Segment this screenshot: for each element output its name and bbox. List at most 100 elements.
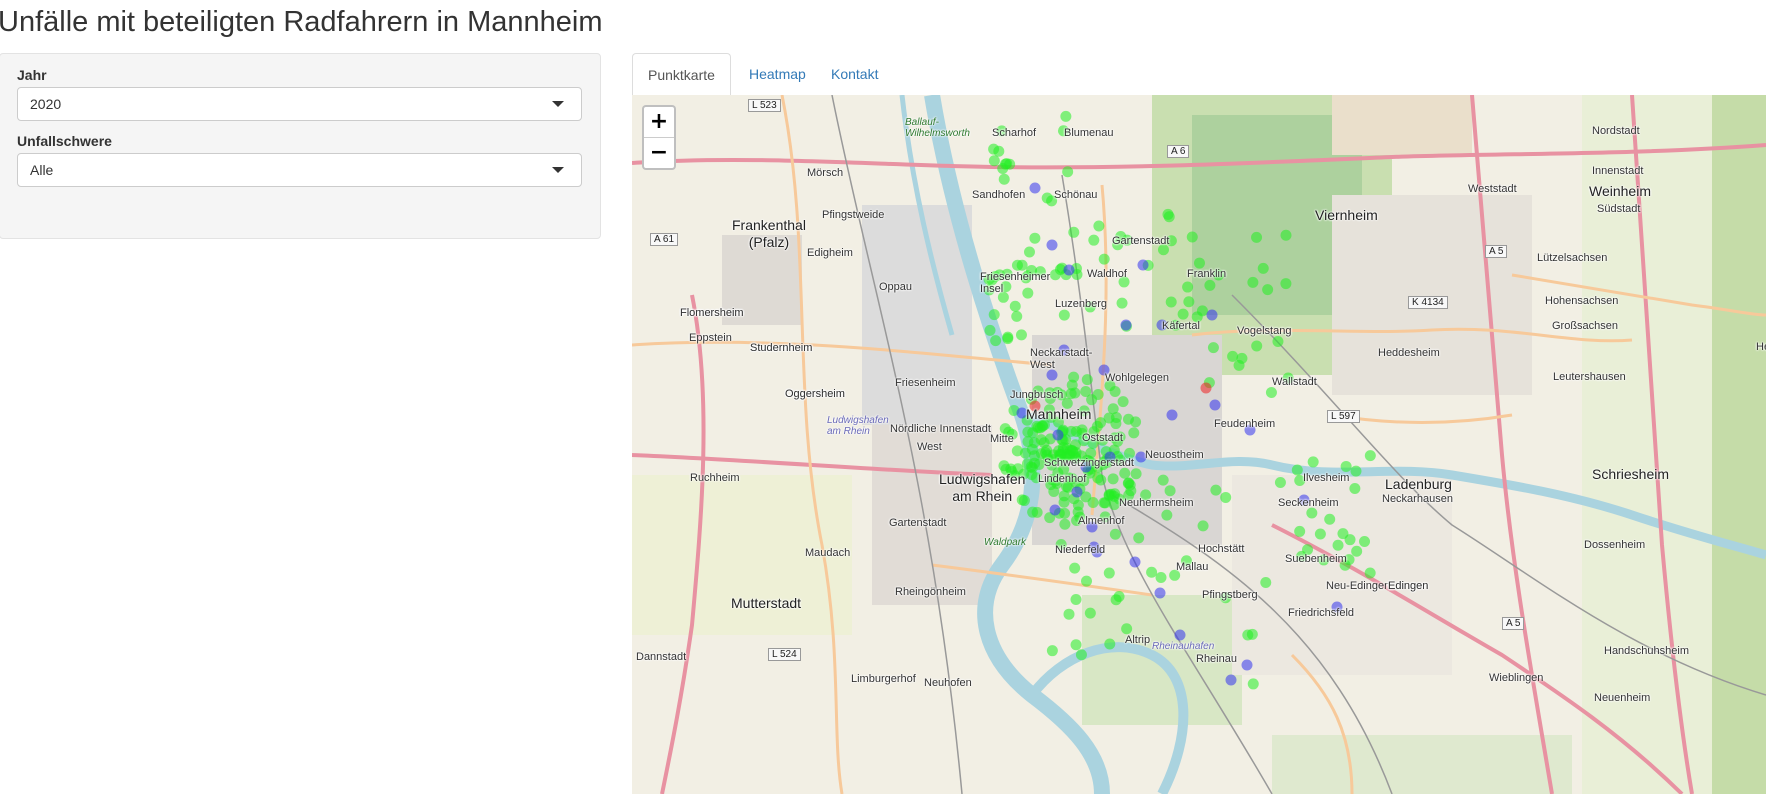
tab-heatmap[interactable]: Heatmap	[734, 53, 821, 95]
accident-marker[interactable]	[1314, 528, 1326, 540]
accident-marker[interactable]	[1247, 678, 1259, 690]
accident-marker[interactable]	[1227, 350, 1239, 362]
accident-marker[interactable]	[1041, 192, 1053, 204]
zoom-in-button[interactable]: +	[644, 107, 674, 137]
accident-marker[interactable]	[1265, 387, 1277, 399]
accident-marker[interactable]	[1340, 460, 1352, 472]
accident-marker[interactable]	[988, 155, 1000, 167]
accident-marker[interactable]	[1093, 220, 1105, 232]
accident-marker[interactable]	[1128, 427, 1140, 439]
accident-marker[interactable]	[1116, 297, 1128, 309]
accident-marker[interactable]	[1009, 300, 1021, 312]
accident-marker[interactable]	[1033, 458, 1045, 470]
accident-marker[interactable]	[1071, 486, 1083, 498]
accident-marker[interactable]	[1130, 468, 1142, 480]
accident-marker[interactable]	[1257, 262, 1269, 274]
zoom-out-button[interactable]: −	[644, 137, 674, 168]
accident-marker[interactable]	[1087, 497, 1099, 509]
accident-marker[interactable]	[1196, 305, 1208, 317]
accident-marker[interactable]	[1069, 562, 1081, 574]
accident-marker[interactable]	[1059, 507, 1071, 519]
accident-marker[interactable]	[1164, 485, 1176, 497]
accident-marker[interactable]	[993, 145, 1005, 157]
accident-marker[interactable]	[1272, 336, 1284, 348]
accident-marker[interactable]	[1060, 110, 1072, 122]
accident-marker[interactable]	[1246, 628, 1258, 640]
accident-map[interactable]: + − Scharhof Blumenau Sandhofen Schönau Mörs…	[632, 95, 1766, 794]
accident-marker[interactable]	[1133, 532, 1145, 544]
accident-marker[interactable]	[1091, 420, 1103, 432]
accident-marker[interactable]	[1046, 239, 1058, 251]
accident-marker[interactable]	[1046, 369, 1058, 381]
accident-marker[interactable]	[1225, 674, 1237, 686]
accident-marker[interactable]	[1119, 467, 1131, 479]
accident-marker[interactable]	[1174, 629, 1186, 641]
accident-marker[interactable]	[1251, 340, 1263, 352]
tab-punktkarte[interactable]: Punktkarte	[632, 53, 731, 96]
accident-marker[interactable]	[1186, 231, 1198, 243]
accident-marker[interactable]	[1291, 464, 1303, 476]
accident-marker[interactable]	[1049, 504, 1061, 516]
accident-marker[interactable]	[1011, 259, 1023, 271]
accident-marker[interactable]	[1220, 491, 1232, 503]
accident-marker[interactable]	[1182, 281, 1194, 293]
accident-marker[interactable]	[1332, 539, 1344, 551]
accident-marker[interactable]	[1280, 229, 1292, 241]
accident-marker[interactable]	[1364, 567, 1376, 579]
accident-marker[interactable]	[1110, 418, 1122, 430]
accident-marker[interactable]	[1262, 284, 1274, 296]
accident-marker[interactable]	[1068, 371, 1080, 383]
accident-marker[interactable]	[1206, 309, 1218, 321]
accident-marker[interactable]	[1200, 382, 1212, 394]
accident-marker[interactable]	[1011, 310, 1023, 322]
accident-marker[interactable]	[1204, 279, 1216, 291]
accident-marker[interactable]	[1070, 639, 1082, 651]
accident-marker[interactable]	[1098, 497, 1110, 509]
accident-marker[interactable]	[1129, 556, 1141, 568]
accident-marker[interactable]	[1104, 638, 1116, 650]
accident-marker[interactable]	[1163, 211, 1175, 223]
accident-marker[interactable]	[1324, 513, 1336, 525]
accident-marker[interactable]	[1247, 276, 1259, 288]
accident-marker[interactable]	[1110, 594, 1122, 606]
year-select[interactable]: 2020	[17, 87, 582, 121]
accident-marker[interactable]	[998, 173, 1010, 185]
accident-marker[interactable]	[1241, 659, 1253, 671]
accident-marker[interactable]	[1088, 234, 1100, 246]
accident-marker[interactable]	[1121, 623, 1133, 635]
accident-marker[interactable]	[1058, 309, 1070, 321]
accident-marker[interactable]	[1063, 608, 1075, 620]
accident-marker[interactable]	[1046, 645, 1058, 657]
accident-marker[interactable]	[1048, 486, 1060, 498]
accident-marker[interactable]	[1207, 342, 1219, 354]
accident-marker[interactable]	[1233, 359, 1245, 371]
accident-marker[interactable]	[1081, 374, 1093, 386]
accident-marker[interactable]	[1146, 566, 1158, 578]
accident-marker[interactable]	[1070, 593, 1082, 605]
accident-marker[interactable]	[984, 324, 996, 336]
accident-marker[interactable]	[1251, 231, 1263, 243]
accident-marker[interactable]	[1349, 482, 1361, 494]
accident-marker[interactable]	[1103, 567, 1115, 579]
accident-marker[interactable]	[1155, 571, 1167, 583]
accident-marker[interactable]	[1059, 518, 1071, 530]
accident-marker[interactable]	[1052, 429, 1064, 441]
severity-select[interactable]: Alle	[17, 153, 582, 187]
accident-marker[interactable]	[1075, 649, 1087, 661]
accident-marker[interactable]	[1166, 409, 1178, 421]
accident-marker[interactable]	[1063, 264, 1075, 276]
accident-marker[interactable]	[1123, 477, 1135, 489]
accident-marker[interactable]	[1157, 474, 1169, 486]
accident-marker[interactable]	[1023, 246, 1035, 258]
accident-marker[interactable]	[1209, 399, 1221, 411]
accident-marker[interactable]	[1306, 507, 1318, 519]
accident-marker[interactable]	[1000, 158, 1012, 170]
accident-marker[interactable]	[1086, 394, 1098, 406]
accident-marker[interactable]	[1098, 253, 1110, 265]
accident-marker[interactable]	[1364, 450, 1376, 462]
accident-marker[interactable]	[1084, 607, 1096, 619]
accident-marker[interactable]	[1081, 575, 1093, 587]
accident-marker[interactable]	[1351, 545, 1363, 557]
accident-marker[interactable]	[1307, 456, 1319, 468]
accident-marker[interactable]	[1062, 166, 1074, 178]
